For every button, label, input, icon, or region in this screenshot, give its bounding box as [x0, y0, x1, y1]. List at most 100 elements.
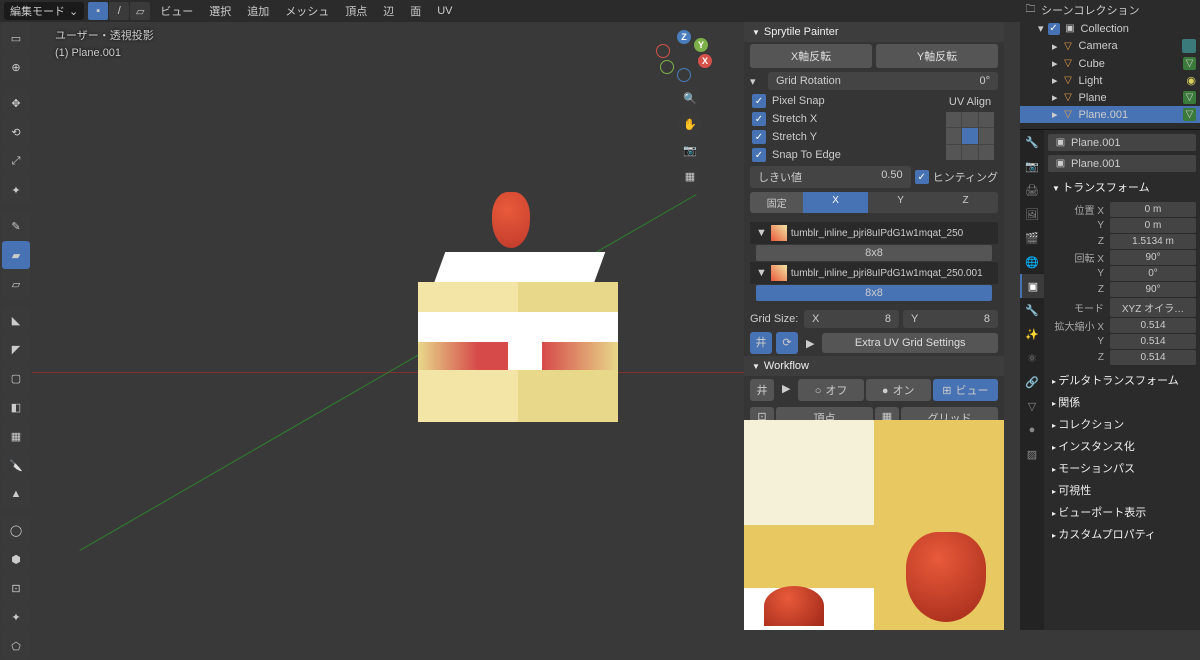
props-tab-modifiers[interactable]: 🔧	[1020, 298, 1044, 322]
measure-tool[interactable]: ▰	[2, 241, 30, 269]
expand-icon[interactable]: ▸	[1052, 57, 1058, 70]
loopcut-tool[interactable]: ▦	[2, 422, 30, 450]
grid-size-y[interactable]: Y8	[903, 310, 998, 328]
expand-icon[interactable]: ▼	[756, 227, 767, 239]
grid-icon-2[interactable]: 井	[750, 379, 774, 401]
cursor-tool[interactable]: ⊕	[2, 53, 30, 81]
props-tab-particles[interactable]: ✨	[1020, 322, 1044, 346]
rip-tool[interactable]: ⬠	[2, 632, 30, 660]
light-data-icon[interactable]: ◉	[1186, 74, 1196, 87]
axis-neg-x[interactable]	[656, 44, 670, 58]
expand-icon[interactable]: ▸	[1052, 91, 1058, 104]
expand-icon[interactable]: ▸	[1052, 74, 1058, 87]
menu-edge[interactable]: 辺	[377, 2, 400, 20]
vertex-mode-icon[interactable]: ▪	[88, 2, 108, 20]
mesh-data-icon[interactable]: ▽	[1183, 57, 1196, 70]
axis-z-button[interactable]: Z	[933, 192, 998, 213]
collection-row[interactable]: ▾ ✓ ▣ Collection	[1020, 20, 1200, 37]
axis-x-icon[interactable]: X	[698, 54, 712, 68]
mode-field[interactable]: XYZ オイラ…	[1110, 298, 1196, 317]
scale-y-field[interactable]: 0.514	[1110, 334, 1196, 349]
menu-mesh[interactable]: メッシュ	[279, 2, 335, 20]
collection-checkbox[interactable]: ✓	[1048, 23, 1060, 35]
extra-uv-button[interactable]: Extra UV Grid Settings	[822, 333, 998, 353]
grid-icon[interactable]: 井	[750, 332, 772, 354]
rot-x-field[interactable]: 90°	[1110, 250, 1196, 265]
zoom-icon[interactable]: 🔍	[678, 86, 702, 110]
pixel-snap-checkbox[interactable]: ✓	[752, 94, 766, 108]
axis-lock-segment[interactable]: 固定 X Y Z	[750, 192, 998, 213]
stretch-x-checkbox[interactable]: ✓	[752, 112, 766, 126]
scale-x-field[interactable]: 0.514	[1110, 318, 1196, 333]
visibility-head[interactable]: 可視性	[1048, 479, 1196, 501]
extrude-tool[interactable]: ◣	[2, 306, 30, 334]
pan-icon[interactable]: ✋	[678, 112, 702, 136]
camera-icon[interactable]: 📷	[678, 138, 702, 162]
collection-head[interactable]: コレクション	[1048, 413, 1196, 435]
edge-mode-icon[interactable]: /	[109, 2, 129, 20]
rot-y-field[interactable]: 0°	[1110, 266, 1196, 281]
menu-vertex[interactable]: 頂点	[339, 2, 373, 20]
props-tab-view[interactable]: 🖼	[1020, 202, 1044, 226]
extrude-normals-tool[interactable]: ◤	[2, 335, 30, 363]
sprytile-painter-head[interactable]: Sprytile Painter	[744, 22, 1004, 42]
axis-y-button[interactable]: Y	[868, 192, 933, 213]
tileset-grid[interactable]	[744, 420, 1004, 630]
expand-icon[interactable]: ▸	[1052, 108, 1058, 121]
axis-x-button[interactable]: X	[803, 192, 868, 213]
relations-head[interactable]: 関係	[1048, 391, 1196, 413]
props-tab-texture[interactable]: ▨	[1020, 442, 1044, 466]
custom-props-head[interactable]: カスタムプロパティ	[1048, 523, 1196, 545]
x-flip-button[interactable]: X軸反転	[750, 44, 872, 68]
expand-icon[interactable]: ▼	[756, 267, 767, 279]
off-button[interactable]: ○オフ	[798, 379, 863, 401]
bevel-tool[interactable]: ◧	[2, 393, 30, 421]
props-tab-constraints[interactable]: 🔗	[1020, 370, 1044, 394]
outliner-header[interactable]: 🗀 シーンコレクション	[1020, 0, 1200, 20]
annotate-tool[interactable]: ✎	[2, 212, 30, 240]
menu-view[interactable]: ビュー	[154, 2, 199, 20]
select-box-tool[interactable]: ▭	[2, 24, 30, 52]
pos-y-field[interactable]: 0 m	[1110, 218, 1196, 233]
pos-z-field[interactable]: 1.5134 m	[1110, 234, 1196, 249]
outliner-item-plane[interactable]: ▸▽Plane▽	[1020, 89, 1200, 106]
menu-uv[interactable]: UV	[431, 2, 458, 20]
props-tab-tool[interactable]: 🔧	[1020, 130, 1044, 154]
instancing-head[interactable]: インスタンス化	[1048, 435, 1196, 457]
axis-neg-y[interactable]	[660, 60, 674, 74]
scale-z-field[interactable]: 0.514	[1110, 350, 1196, 365]
outliner-item-light[interactable]: ▸▽Light◉	[1020, 72, 1200, 89]
menu-face[interactable]: 面	[404, 2, 427, 20]
props-tab-material[interactable]: ●	[1020, 418, 1044, 442]
play-icon-2[interactable]: ▶	[776, 379, 796, 401]
props-tab-output[interactable]: 🖨	[1020, 178, 1044, 202]
lock-label[interactable]: 固定	[750, 192, 803, 213]
spin-tool[interactable]: ◯	[2, 516, 30, 544]
nav-gizmo[interactable]: Z Y X	[658, 30, 710, 82]
mode-select[interactable]: 編集モード ⌄	[4, 2, 84, 20]
pos-x-field[interactable]: 0 m	[1110, 202, 1196, 217]
play-icon[interactable]: ▶	[802, 337, 818, 350]
view-button[interactable]: ⊞ビュー	[933, 379, 998, 401]
snap-edge-checkbox[interactable]: ✓	[752, 148, 766, 162]
knife-tool[interactable]: 🔪	[2, 451, 30, 479]
texture-item-1[interactable]: ▼ tumblr_inline_pjri8uIPdG1w1mqat_250.00…	[750, 262, 998, 284]
inset-tool[interactable]: ▢	[2, 364, 30, 392]
shrink-tool[interactable]: ⊡	[2, 574, 30, 602]
delta-transform-head[interactable]: デルタトランスフォーム	[1048, 369, 1196, 391]
mesh-data-icon[interactable]: ▽	[1183, 91, 1196, 104]
props-breadcrumb-2[interactable]: ▣Plane.001	[1048, 155, 1196, 172]
scale-tool[interactable]: ⤢	[2, 147, 30, 175]
outliner-item-cube[interactable]: ▸▽Cube▽	[1020, 55, 1200, 72]
viewport-display-head[interactable]: ビューポート表示	[1048, 501, 1196, 523]
motionpath-head[interactable]: モーションパス	[1048, 457, 1196, 479]
polybuild-tool[interactable]: ▲	[2, 480, 30, 508]
rot-z-field[interactable]: 90°	[1110, 282, 1196, 297]
grid-size-x[interactable]: X8	[804, 310, 899, 328]
move-tool[interactable]: ✥	[2, 89, 30, 117]
hinting-checkbox[interactable]: ✓	[915, 170, 929, 184]
persp-icon[interactable]: ▦	[678, 164, 702, 188]
texture-grid-0[interactable]: 8x8	[756, 245, 992, 261]
texture-grid-1[interactable]: 8x8	[756, 285, 992, 301]
axis-neg-z[interactable]	[677, 68, 691, 82]
